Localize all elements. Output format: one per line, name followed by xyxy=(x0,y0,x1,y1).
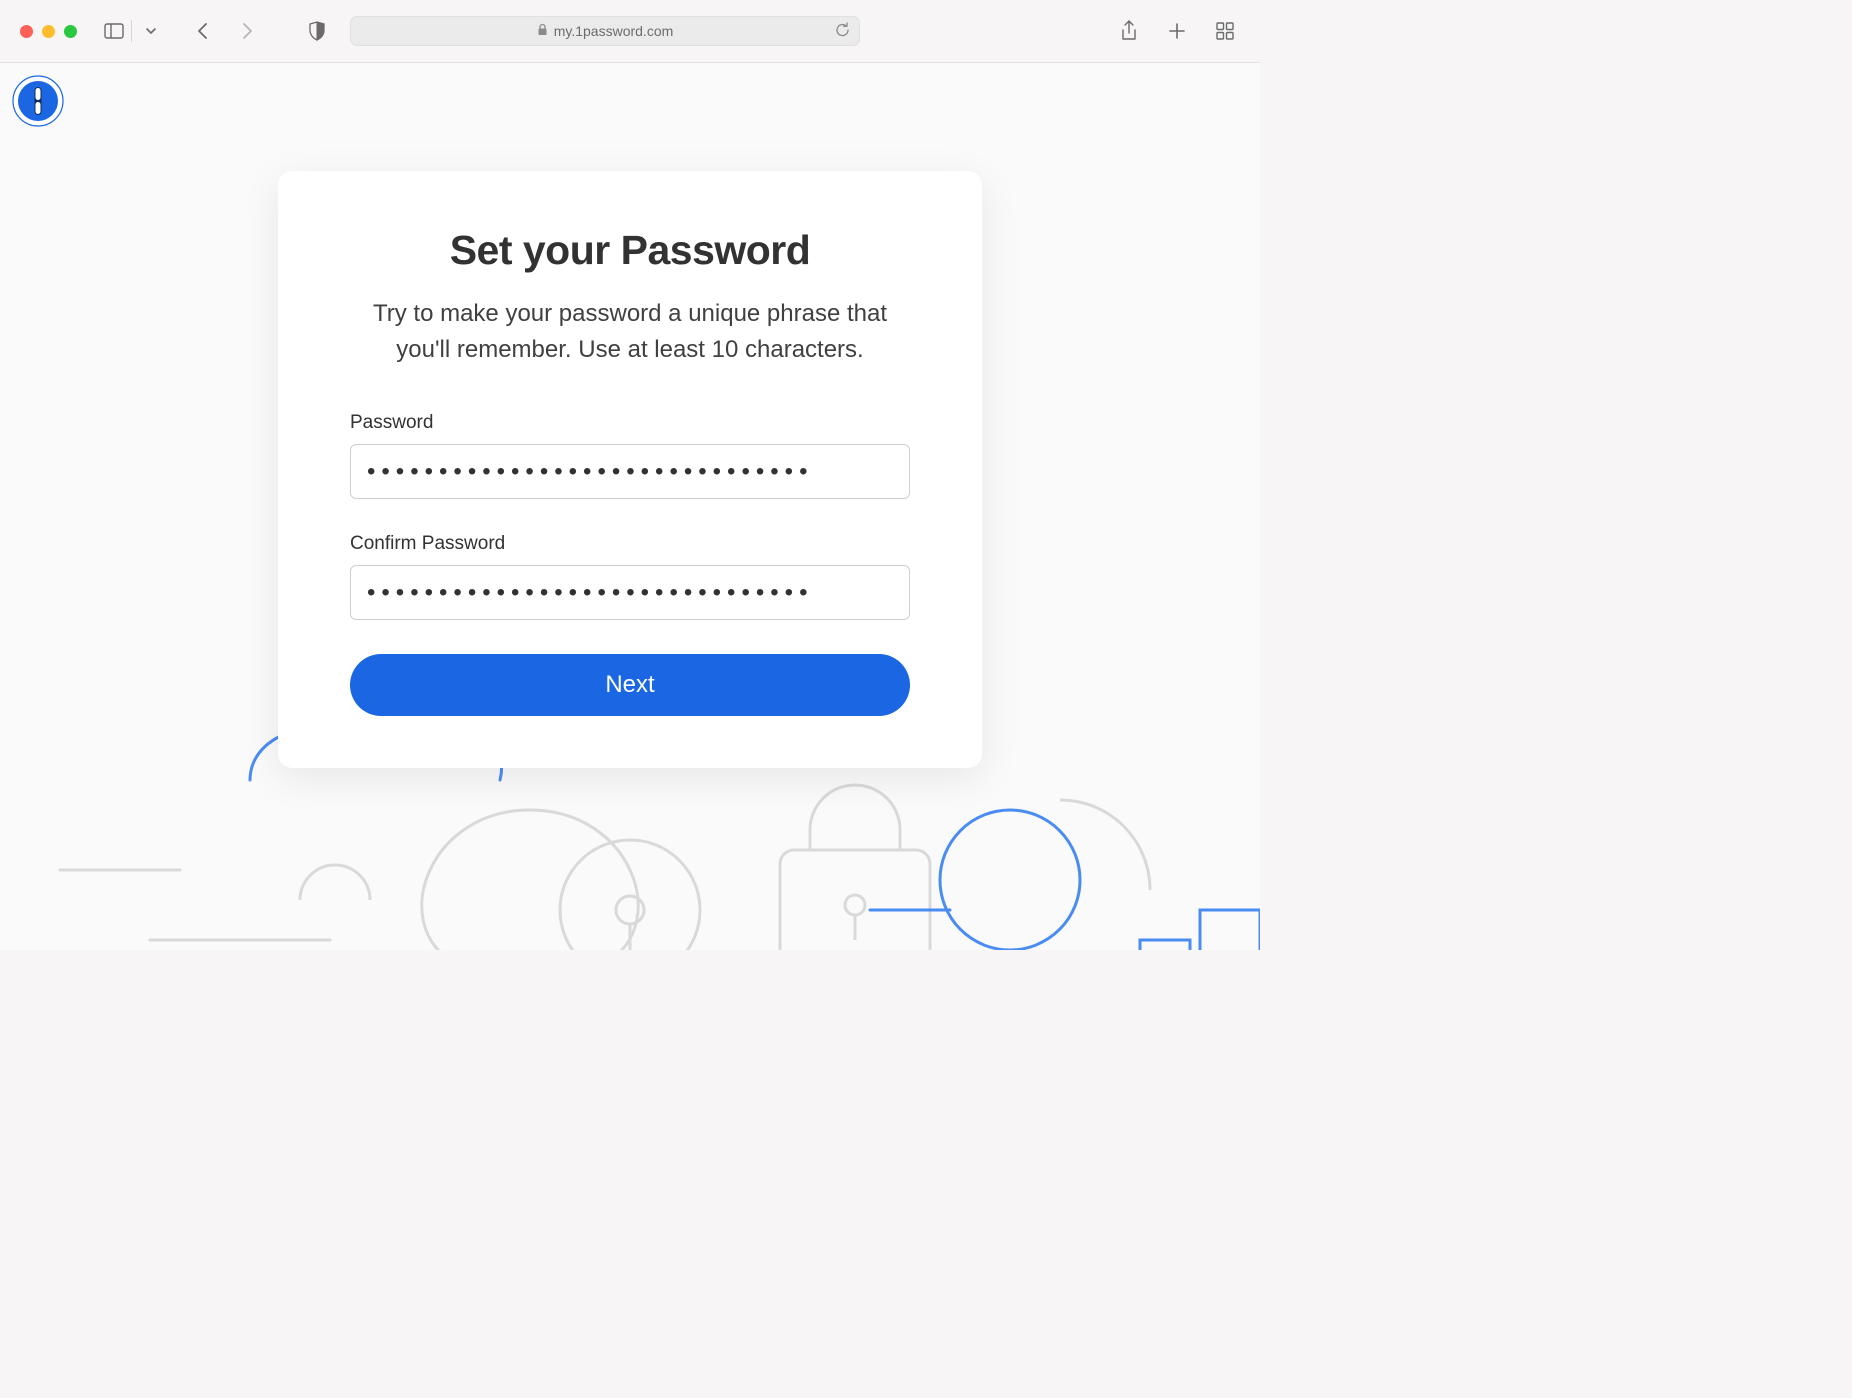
window-controls xyxy=(20,25,77,38)
sidebar-toggle-icon[interactable] xyxy=(99,16,129,46)
url-text: my.1password.com xyxy=(554,23,674,39)
maximize-window-button[interactable] xyxy=(64,25,77,38)
next-button[interactable]: Next xyxy=(350,654,910,716)
confirm-password-input[interactable] xyxy=(350,565,910,620)
back-button[interactable] xyxy=(188,16,218,46)
minimize-window-button[interactable] xyxy=(42,25,55,38)
refresh-icon[interactable] xyxy=(835,21,851,42)
lock-icon xyxy=(537,23,548,39)
close-window-button[interactable] xyxy=(20,25,33,38)
confirm-password-label: Confirm Password xyxy=(350,533,910,555)
privacy-shield-icon[interactable] xyxy=(302,16,332,46)
separator xyxy=(131,20,132,42)
address-bar[interactable]: my.1password.com xyxy=(350,16,860,46)
password-input[interactable] xyxy=(350,444,910,499)
password-label: Password xyxy=(350,412,910,434)
page-body: Set your Password Try to make your passw… xyxy=(0,63,1260,950)
onepassword-logo-icon xyxy=(12,75,64,127)
chevron-down-icon[interactable] xyxy=(136,16,166,46)
card-subtitle: Try to make your password a unique phras… xyxy=(350,296,910,368)
new-tab-icon[interactable] xyxy=(1162,16,1192,46)
password-card: Set your Password Try to make your passw… xyxy=(278,171,982,768)
forward-button[interactable] xyxy=(232,16,262,46)
browser-toolbar: my.1password.com xyxy=(0,0,1260,63)
share-icon[interactable] xyxy=(1114,16,1144,46)
card-title: Set your Password xyxy=(350,227,910,274)
tab-overview-icon[interactable] xyxy=(1210,16,1240,46)
